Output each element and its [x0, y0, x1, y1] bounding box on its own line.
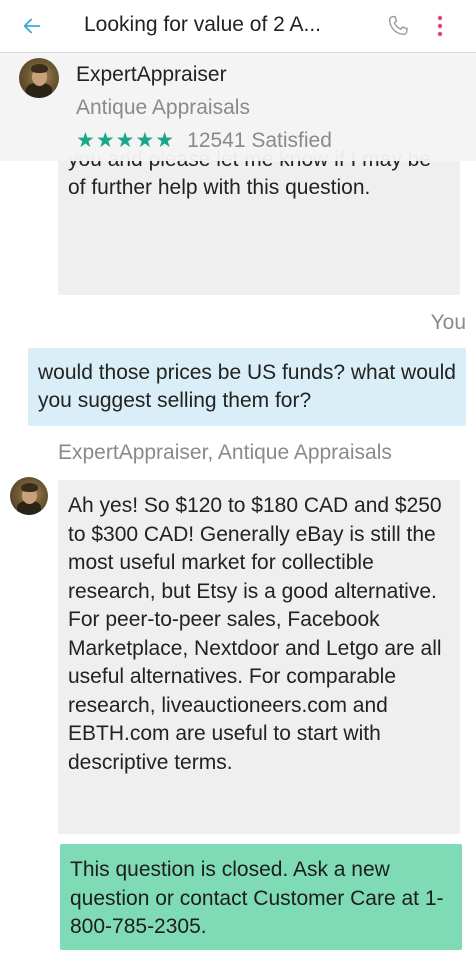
- conversation-title: Looking for value of 2 A...: [84, 13, 321, 36]
- expert-name: ExpertAppraiser: [76, 63, 227, 86]
- message-text: would those prices be US funds? what wou…: [38, 361, 456, 412]
- question-closed-banner[interactable]: This question is closed. Ask a new quest…: [60, 844, 462, 950]
- star-rating-icon: ★★★★★: [76, 129, 176, 152]
- back-button[interactable]: [14, 8, 50, 44]
- satisfied-count: 12541 Satisfied: [187, 128, 332, 152]
- more-vertical-icon: [437, 15, 443, 37]
- phone-icon: [388, 15, 408, 36]
- sender-label-expert: ExpertAppraiser, Antique Appraisals: [58, 441, 392, 464]
- more-options-button[interactable]: [428, 8, 452, 44]
- expert-avatar[interactable]: [19, 58, 59, 98]
- call-button[interactable]: [380, 8, 416, 44]
- closed-notice-text: This question is closed. Ask a new quest…: [70, 858, 444, 938]
- expert-avatar: [10, 477, 48, 515]
- expert-profile-header[interactable]: ExpertAppraiser Antique Appraisals ★★★★★…: [0, 52, 476, 161]
- expert-rating: ★★★★★ 12541 Satisfied: [76, 128, 332, 153]
- user-message-bubble: would those prices be US funds? what wou…: [28, 348, 466, 426]
- sender-label-you: You: [430, 311, 466, 334]
- app-bar: Looking for value of 2 A...: [0, 0, 476, 52]
- chat-thread[interactable]: you and please let me know if I may be o…: [0, 52, 476, 960]
- arrow-left-icon: [23, 18, 41, 34]
- expert-category: Antique Appraisals: [76, 96, 250, 119]
- expert-message-bubble: Ah yes! So $120 to $180 CAD and $250 to …: [58, 480, 460, 834]
- message-text: Ah yes! So $120 to $180 CAD and $250 to …: [68, 494, 442, 774]
